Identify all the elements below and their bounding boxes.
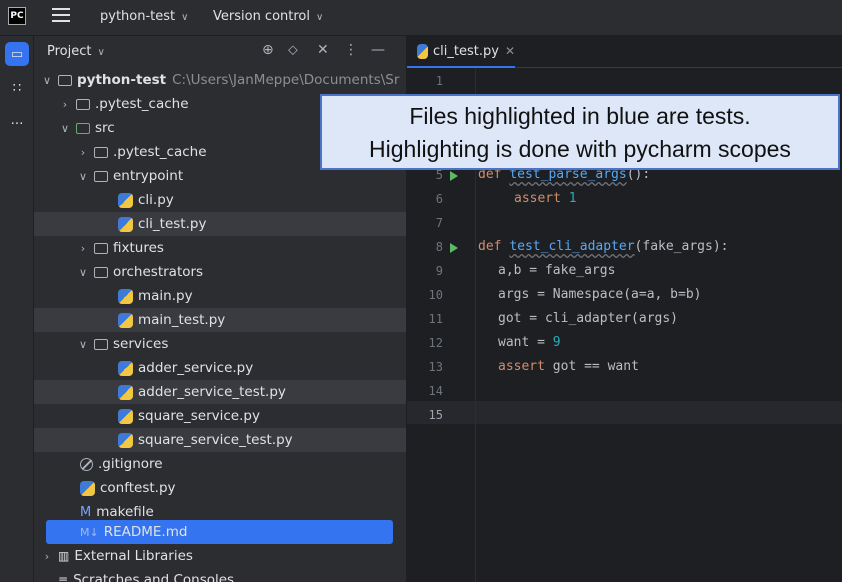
options-menu-icon[interactable]: ⋮ (344, 42, 358, 58)
python-file-icon (118, 312, 133, 328)
folder-icon (94, 170, 108, 182)
ignore-file-icon (80, 457, 93, 471)
annotation-line-1: Files highlighted in blue are tests. (409, 103, 751, 129)
line-number: 11 (428, 312, 443, 326)
chevron-down-icon: ∨ (78, 169, 88, 183)
line-number: 6 (435, 192, 443, 206)
project-switcher[interactable]: python-test ∨ (100, 9, 188, 24)
main-menu-icon[interactable] (52, 8, 70, 24)
line-number: 13 (428, 360, 443, 374)
line-number: 14 (428, 384, 443, 398)
pycharm-logo: PC (8, 7, 26, 25)
chevron-right-icon: › (80, 145, 86, 159)
more-tools-icon[interactable]: … (5, 108, 29, 132)
python-file-icon (80, 480, 95, 496)
vcs-label: Version control (213, 9, 310, 24)
code-line-6[interactable]: assert 1 (478, 191, 577, 206)
vcs-switcher[interactable]: Version control ∨ (213, 9, 323, 24)
tree-item-main-py[interactable]: main.py (34, 284, 406, 308)
tree-item-python-test[interactable]: ∨ python-test C:\Users\JanMeppe\Documents\… (34, 68, 406, 92)
project-panel-title[interactable]: Project ∨ (47, 44, 105, 59)
tree-item-services[interactable]: ∨ services (34, 332, 406, 356)
run-test-icon[interactable] (450, 171, 458, 181)
line-number: 9 (435, 264, 443, 278)
annotation-callout: Files highlighted in blue are tests. Hig… (320, 94, 840, 170)
code-line-12[interactable]: want = 9 (478, 335, 561, 350)
python-file-icon (118, 192, 133, 208)
makefile-icon: M (80, 504, 92, 520)
scratches-icon: ≡ (58, 573, 69, 582)
code-line-13[interactable]: assert got == want (478, 359, 639, 374)
line-number: 1 (435, 74, 443, 88)
close-icon[interactable]: ✕ (505, 44, 515, 58)
line-number: 8 (435, 240, 443, 254)
tree-item-gitignore[interactable]: .gitignore (34, 452, 406, 476)
tree-item-main-test-py[interactable]: main_test.py (34, 308, 406, 332)
folder-icon (76, 98, 90, 110)
line-number: 5 (435, 168, 443, 182)
tree-item-cli-test-py[interactable]: cli_test.py (34, 212, 406, 236)
python-file-icon (118, 384, 133, 400)
tree-item-external-libraries[interactable]: › ▥ External Libraries (34, 544, 406, 568)
chevron-down-icon: ∨ (60, 121, 70, 135)
locate-icon[interactable]: ⊕ (262, 42, 274, 58)
chevron-down-icon: ∨ (78, 265, 88, 279)
python-file-icon (417, 43, 429, 59)
tree-item-readme-md[interactable]: M↓ README.md (46, 520, 393, 544)
project-name: python-test (100, 9, 176, 24)
tree-item-square-service-test-py[interactable]: square_service_test.py (34, 428, 406, 452)
line-number: 15 (428, 408, 443, 422)
tree-item-fixtures[interactable]: › fixtures (34, 236, 406, 260)
python-file-icon (118, 408, 133, 424)
line-number: 10 (428, 288, 443, 302)
line-number: 12 (428, 336, 443, 350)
collapse-all-icon[interactable]: ✕ (317, 42, 329, 58)
python-file-icon (118, 216, 133, 232)
python-file-icon (118, 360, 133, 376)
project-folder-icon[interactable]: ▭ (5, 42, 29, 66)
chevron-down-icon: ∨ (316, 12, 324, 23)
source-folder-icon (76, 122, 90, 134)
folder-icon (58, 74, 72, 86)
chevron-right-icon: › (80, 241, 86, 255)
chevron-down-icon: ∨ (78, 337, 88, 351)
folder-icon (94, 242, 108, 254)
folder-icon (94, 266, 108, 278)
editor-tab-bar: cli_test.py ✕ (407, 36, 842, 68)
code-line-8[interactable]: def test_cli_adapter(fake_args): (478, 239, 728, 254)
project-panel-header: Project ∨ ⊕ ⬦ ✕ ⋮ — (34, 36, 406, 68)
structure-icon[interactable]: ∷ (5, 76, 29, 100)
line-number: 7 (435, 216, 443, 230)
chevron-down-icon: ∨ (42, 73, 52, 87)
chevron-down-icon: ∨ (181, 12, 189, 23)
folder-icon (94, 338, 108, 350)
code-line-10[interactable]: args = Namespace(a=a, b=b) (478, 287, 702, 302)
hide-panel-icon[interactable]: — (371, 42, 385, 58)
annotation-line-2: Highlighting is done with pycharm scopes (369, 136, 791, 162)
tree-item-cli-py[interactable]: cli.py (34, 188, 406, 212)
chevron-right-icon: › (62, 97, 68, 111)
library-icon: ▥ (58, 549, 70, 563)
tab-cli-test-py[interactable]: cli_test.py ✕ (407, 36, 515, 68)
tree-item-conftest-py[interactable]: conftest.py (34, 476, 406, 500)
title-bar: PC python-test ∨ Version control ∨ (0, 0, 842, 36)
folder-icon (94, 146, 108, 158)
code-line-11[interactable]: got = cli_adapter(args) (478, 311, 678, 326)
tree-item-adder-service-py[interactable]: adder_service.py (34, 356, 406, 380)
python-file-icon (118, 432, 133, 448)
markdown-icon: M↓ (80, 525, 99, 539)
tree-item-scratches[interactable]: ≡ Scratches and Consoles (34, 568, 406, 582)
expand-collapse-icon[interactable]: ⬦ (288, 42, 298, 58)
python-file-icon (118, 288, 133, 304)
tool-window-strip: ▭ ∷ … (0, 36, 34, 582)
tree-item-orchestrators[interactable]: ∨ orchestrators (34, 260, 406, 284)
chevron-right-icon: › (44, 549, 50, 563)
tree-item-adder-service-test-py[interactable]: adder_service_test.py (34, 380, 406, 404)
tree-item-square-service-py[interactable]: square_service.py (34, 404, 406, 428)
code-line-9[interactable]: a,b = fake_args (478, 263, 615, 278)
run-test-icon[interactable] (450, 243, 458, 253)
